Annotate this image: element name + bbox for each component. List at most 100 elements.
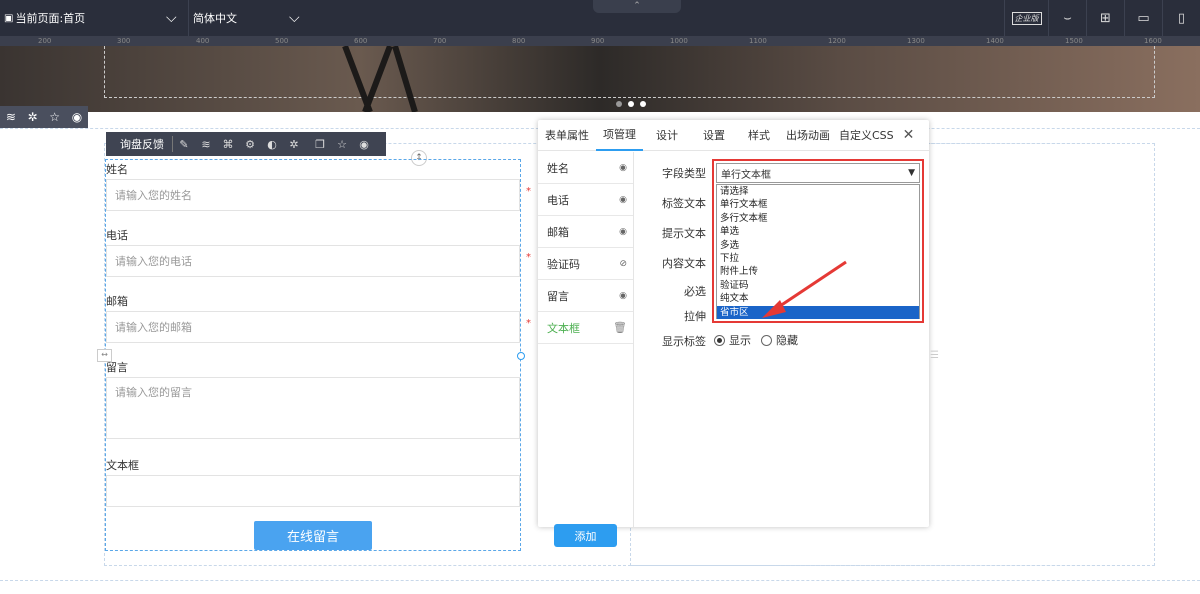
- copy-icon[interactable]: ❐: [309, 138, 331, 151]
- language-selector[interactable]: 简体中文 ⌵: [188, 0, 308, 36]
- enterprise-label: 企业版: [1011, 11, 1042, 25]
- option[interactable]: 单选: [717, 225, 919, 238]
- tab-custom-css[interactable]: 自定义CSS: [835, 120, 898, 151]
- magic-icon[interactable]: ✲: [28, 110, 38, 124]
- crop-icon[interactable]: ⊞: [1086, 0, 1124, 36]
- label-text-label: 标签文本: [662, 197, 706, 210]
- hide-option: 隐藏: [776, 334, 798, 347]
- palette-icon[interactable]: ◐: [261, 138, 283, 151]
- show-label-radios: 显示 隐藏: [714, 332, 798, 348]
- tab-style[interactable]: 样式: [737, 120, 781, 151]
- mobile-icon[interactable]: ▯: [1162, 0, 1200, 36]
- required-label: 必选: [684, 285, 706, 298]
- tab-form-properties[interactable]: 表单属性: [538, 120, 596, 151]
- tab-settings[interactable]: 设置: [691, 120, 737, 151]
- eye-icon[interactable]: ◉: [619, 227, 627, 237]
- list-item[interactable]: 留言 ◉: [538, 280, 633, 312]
- eye-icon[interactable]: ◉: [619, 195, 627, 205]
- star-icon[interactable]: ☆: [331, 138, 353, 151]
- tab-design[interactable]: 设计: [643, 120, 691, 151]
- option[interactable]: 多选: [717, 239, 919, 252]
- resize-horizontal-handle[interactable]: ↔: [97, 349, 112, 362]
- chevron-down-icon: ▼: [908, 168, 915, 178]
- top-right-tools: 企业版 ⌣ ⊞ ▭ ▯: [1004, 0, 1200, 36]
- ruler-tick: 200: [38, 37, 52, 45]
- field-type-select[interactable]: 单行文本框 ▼: [716, 163, 920, 183]
- list-item[interactable]: 邮箱 ◉: [538, 216, 633, 248]
- ruler-tick: 500: [275, 37, 289, 45]
- banner-image: [0, 44, 1200, 114]
- show-option: 显示: [729, 334, 751, 347]
- list-item[interactable]: 电话 ◉: [538, 184, 633, 216]
- hide-radio[interactable]: [761, 334, 772, 346]
- submit-button[interactable]: 在线留言: [254, 521, 372, 550]
- form-module: 姓名 请输入您的姓名 电话 请输入您的电话 邮箱 请输入您的邮箱 留言 请输入您…: [105, 159, 521, 551]
- ruler-tick: 1100: [749, 37, 767, 45]
- module-toolbar: 询盘反馈 ✎ ≋ ⌘ ⚙ ◐ ✲ ❐ ☆ ◉: [106, 132, 386, 156]
- edit-icon[interactable]: ✎: [173, 138, 195, 151]
- resize-dot[interactable]: [517, 352, 525, 360]
- show-radio[interactable]: [714, 334, 725, 346]
- add-button[interactable]: 添加: [554, 524, 617, 547]
- magic-icon[interactable]: ✲: [283, 138, 305, 151]
- banner-selection: [104, 46, 1155, 98]
- close-icon[interactable]: ✕: [898, 120, 915, 151]
- eye-icon[interactable]: ◉: [619, 291, 627, 301]
- trash-icon[interactable]: 🗑: [613, 321, 627, 334]
- field-label: 文本框: [106, 459, 139, 472]
- option[interactable]: 多行文本框: [717, 212, 919, 225]
- ruler-tick: 1300: [907, 37, 925, 45]
- field-type-label: 字段类型: [662, 167, 706, 180]
- carousel-dots[interactable]: [613, 96, 649, 110]
- star-icon[interactable]: ☆: [49, 110, 60, 124]
- item-label: 留言: [547, 289, 569, 303]
- layers-icon[interactable]: ≋: [195, 138, 217, 151]
- phone-input[interactable]: 请输入您的电话: [106, 245, 520, 277]
- list-item[interactable]: 验证码 ⊘: [538, 248, 633, 280]
- current-page-selector[interactable]: ▣ 当前页面:首页 ⌵: [4, 0, 184, 36]
- option[interactable]: 请选择: [717, 185, 919, 198]
- ruler-tick: 900: [591, 37, 605, 45]
- link-icon[interactable]: ⌘: [217, 138, 239, 151]
- tab-item-management[interactable]: 项管理: [596, 120, 643, 151]
- tab-animation[interactable]: 出场动画: [781, 120, 835, 151]
- layers-icon[interactable]: ≋: [6, 110, 16, 124]
- enterprise-badge[interactable]: 企业版: [1004, 0, 1048, 36]
- eye-icon[interactable]: ◉: [619, 163, 627, 173]
- content-text-label: 内容文本: [662, 257, 706, 270]
- show-label-label: 显示标签: [662, 335, 706, 348]
- list-item[interactable]: 姓名 ◉: [538, 152, 633, 184]
- desktop-icon[interactable]: ▭: [1124, 0, 1162, 36]
- message-textarea[interactable]: 请输入您的留言: [106, 377, 520, 439]
- ruler-tick: 1400: [986, 37, 1004, 45]
- field-label: 姓名: [106, 163, 128, 176]
- module-name: 询盘反馈: [106, 136, 173, 152]
- eye-icon[interactable]: ◉: [72, 110, 82, 124]
- item-label: 文本框: [547, 321, 580, 335]
- ruler-tick: 600: [354, 37, 368, 45]
- module-mini-toolbar: ≋ ✲ ☆ ◉: [0, 106, 88, 128]
- option[interactable]: 单行文本框: [717, 198, 919, 211]
- eye-icon[interactable]: ◉: [353, 138, 375, 151]
- item-list: 姓名 ◉ 电话 ◉ 邮箱 ◉ 验证码 ⊘ 留言 ◉ 文本框 🗑 添加: [538, 152, 634, 547]
- gear-icon[interactable]: ⚙: [239, 138, 261, 151]
- textbox-input[interactable]: [106, 475, 520, 507]
- top-bar: ▣ 当前页面:首页 ⌵ 简体中文 ⌵ ⌃ 企业版 ⌣ ⊞ ▭ ▯: [0, 0, 1200, 36]
- ruler-tick: 1600: [1144, 37, 1162, 45]
- chevron-down-icon: ⌵: [289, 10, 300, 26]
- required-mark: *: [526, 186, 531, 197]
- field-label: 邮箱: [106, 295, 128, 308]
- eye-off-icon[interactable]: ⊘: [619, 259, 627, 269]
- eye-lash-icon[interactable]: ⌣: [1048, 0, 1086, 36]
- banner-decoration: [340, 44, 420, 114]
- language-label: 简体中文: [193, 12, 237, 25]
- placeholder-glyph: ☰: [930, 350, 939, 361]
- collapse-handle[interactable]: ⌃: [593, 0, 681, 13]
- ruler-tick: 1000: [670, 37, 688, 45]
- annotation-arrow: [762, 260, 847, 318]
- name-input[interactable]: 请输入您的姓名: [106, 179, 520, 211]
- ruler: 200 300 400 500 600 700 800 900 1000 1100 1200 1300…: [0, 36, 1200, 46]
- email-input[interactable]: 请输入您的邮箱: [106, 311, 520, 343]
- list-item-active[interactable]: 文本框 🗑: [538, 312, 633, 344]
- current-page-label: 当前页面:首页: [15, 12, 86, 25]
